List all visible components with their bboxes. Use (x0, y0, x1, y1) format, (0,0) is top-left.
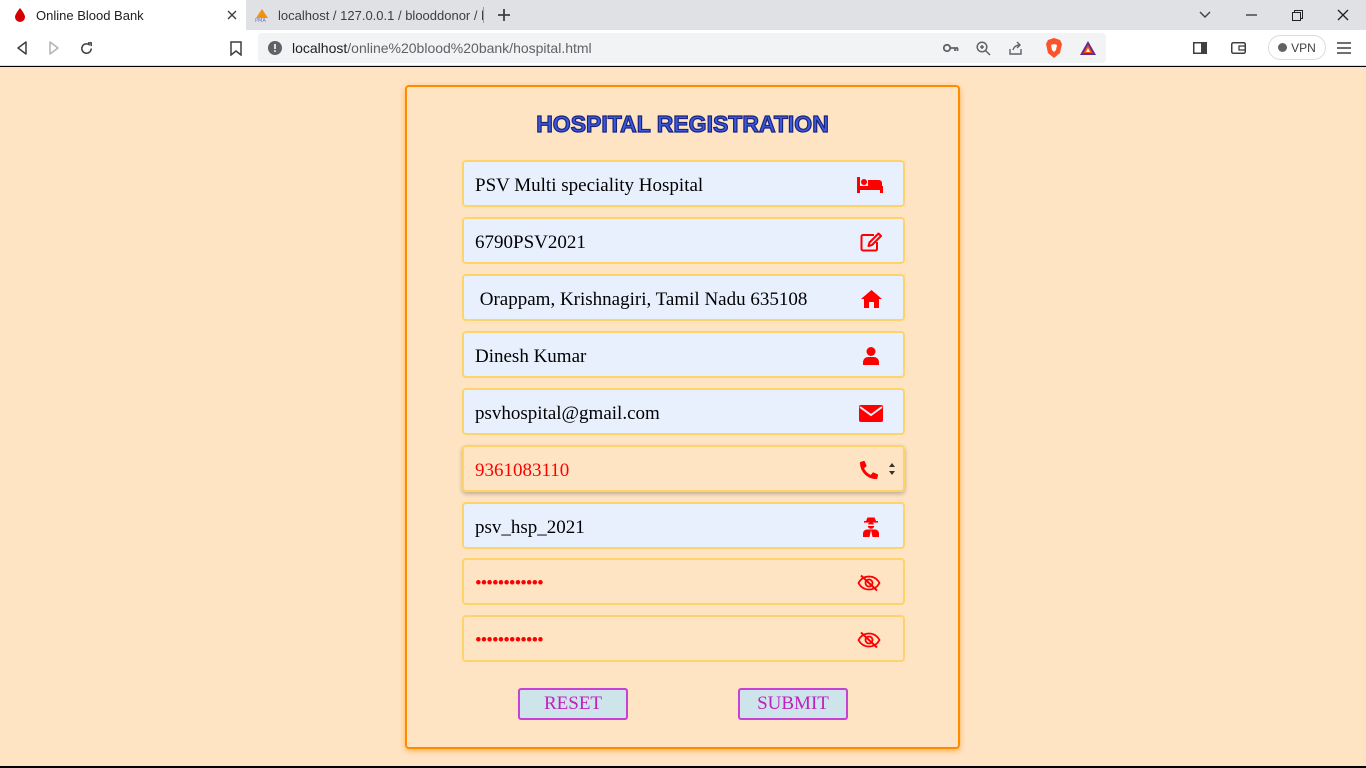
hospital-name-value: PSV Multi speciality Hospital (475, 175, 704, 196)
edit-icon (859, 231, 883, 253)
contact-person-field[interactable]: Dinesh Kumar (462, 331, 905, 378)
address-bar[interactable]: localhost/online%20blood%20bank/hospital… (258, 33, 1106, 63)
bed-icon (857, 174, 883, 196)
brave-rewards-icon[interactable] (1078, 38, 1098, 58)
minimize-icon[interactable] (1228, 0, 1274, 30)
vpn-status-icon (1278, 43, 1288, 52)
reload-icon[interactable] (74, 36, 98, 60)
email-value: psvhospital@gmail.com (475, 403, 660, 424)
user-icon (859, 345, 883, 367)
registration-number-value: 6790PSV2021 (475, 232, 586, 253)
username-field[interactable]: psv_hsp_2021 (462, 502, 905, 549)
username-value: psv_hsp_2021 (475, 517, 585, 538)
email-field[interactable]: psvhospital@gmail.com (462, 388, 905, 435)
phone-field[interactable]: 9361083110 (462, 445, 905, 492)
tab-phpmyadmin[interactable]: PMA localhost / 127.0.0.1 / blooddonor /… (248, 0, 484, 30)
password-field[interactable]: •••••••••••• (462, 558, 905, 605)
zoom-icon[interactable] (973, 38, 993, 58)
phone-icon (857, 459, 881, 481)
eye-slash-icon[interactable] (857, 572, 881, 594)
page-title: HOSPITAL REGISTRATION (536, 110, 830, 137)
wallet-icon[interactable] (1226, 36, 1250, 60)
url-text: localhost/online%20blood%20bank/hospital… (292, 40, 592, 56)
svg-text:PMA: PMA (255, 18, 266, 22)
vpn-button[interactable]: VPN (1268, 35, 1326, 60)
site-info-icon[interactable] (268, 41, 282, 55)
hospital-name-field[interactable]: PSV Multi speciality Hospital (462, 160, 905, 207)
confirm-password-field[interactable]: •••••••••••• (462, 615, 905, 662)
menu-icon[interactable] (1332, 36, 1356, 60)
brave-shield-icon[interactable] (1044, 38, 1064, 58)
share-icon[interactable] (1005, 38, 1025, 58)
key-icon[interactable] (941, 38, 961, 58)
blood-drop-icon (12, 7, 28, 23)
home-icon (859, 288, 883, 310)
tab-search-chevron-icon[interactable] (1182, 0, 1228, 30)
address-value: Orappam, Krishnagiri, Tamil Nadu 635108 (475, 289, 808, 310)
password-value: •••••••••••• (475, 573, 544, 594)
number-spinner[interactable] (885, 458, 899, 480)
tab-online-blood-bank[interactable]: Online Blood Bank (0, 0, 246, 30)
tab-bar: Online Blood Bank PMA localhost / 127.0.… (0, 0, 1366, 30)
registration-number-field[interactable]: 6790PSV2021 (462, 217, 905, 264)
restore-icon[interactable] (1274, 0, 1320, 30)
bookmark-icon[interactable] (224, 36, 248, 60)
user-secret-icon (859, 516, 883, 538)
forward-icon[interactable] (42, 36, 66, 60)
confirm-password-value: •••••••••••• (475, 630, 544, 651)
new-tab-button[interactable] (494, 5, 514, 25)
back-icon[interactable] (10, 36, 34, 60)
submit-button[interactable]: SUBMIT (738, 688, 848, 720)
close-window-icon[interactable] (1320, 0, 1366, 30)
tab-title: Online Blood Bank (36, 7, 144, 23)
address-field[interactable]: Orappam, Krishnagiri, Tamil Nadu 635108 (462, 274, 905, 321)
phone-value: 9361083110 (475, 460, 570, 481)
eye-slash-icon[interactable] (857, 629, 881, 651)
browser-toolbar: localhost/online%20blood%20bank/hospital… (0, 30, 1366, 66)
hospital-registration-form: HOSPITAL REGISTRATION PSV Multi speciali… (405, 85, 960, 749)
tab-title: localhost / 127.0.0.1 / blooddonor / bl (278, 7, 484, 23)
phpmyadmin-icon: PMA (254, 7, 270, 23)
sidebar-icon[interactable] (1188, 36, 1212, 60)
contact-person-value: Dinesh Kumar (475, 346, 587, 367)
close-tab-icon[interactable] (222, 5, 242, 25)
envelope-icon (859, 402, 883, 424)
page-viewport: HOSPITAL REGISTRATION PSV Multi speciali… (0, 67, 1366, 766)
reset-button[interactable]: RESET (518, 688, 628, 720)
